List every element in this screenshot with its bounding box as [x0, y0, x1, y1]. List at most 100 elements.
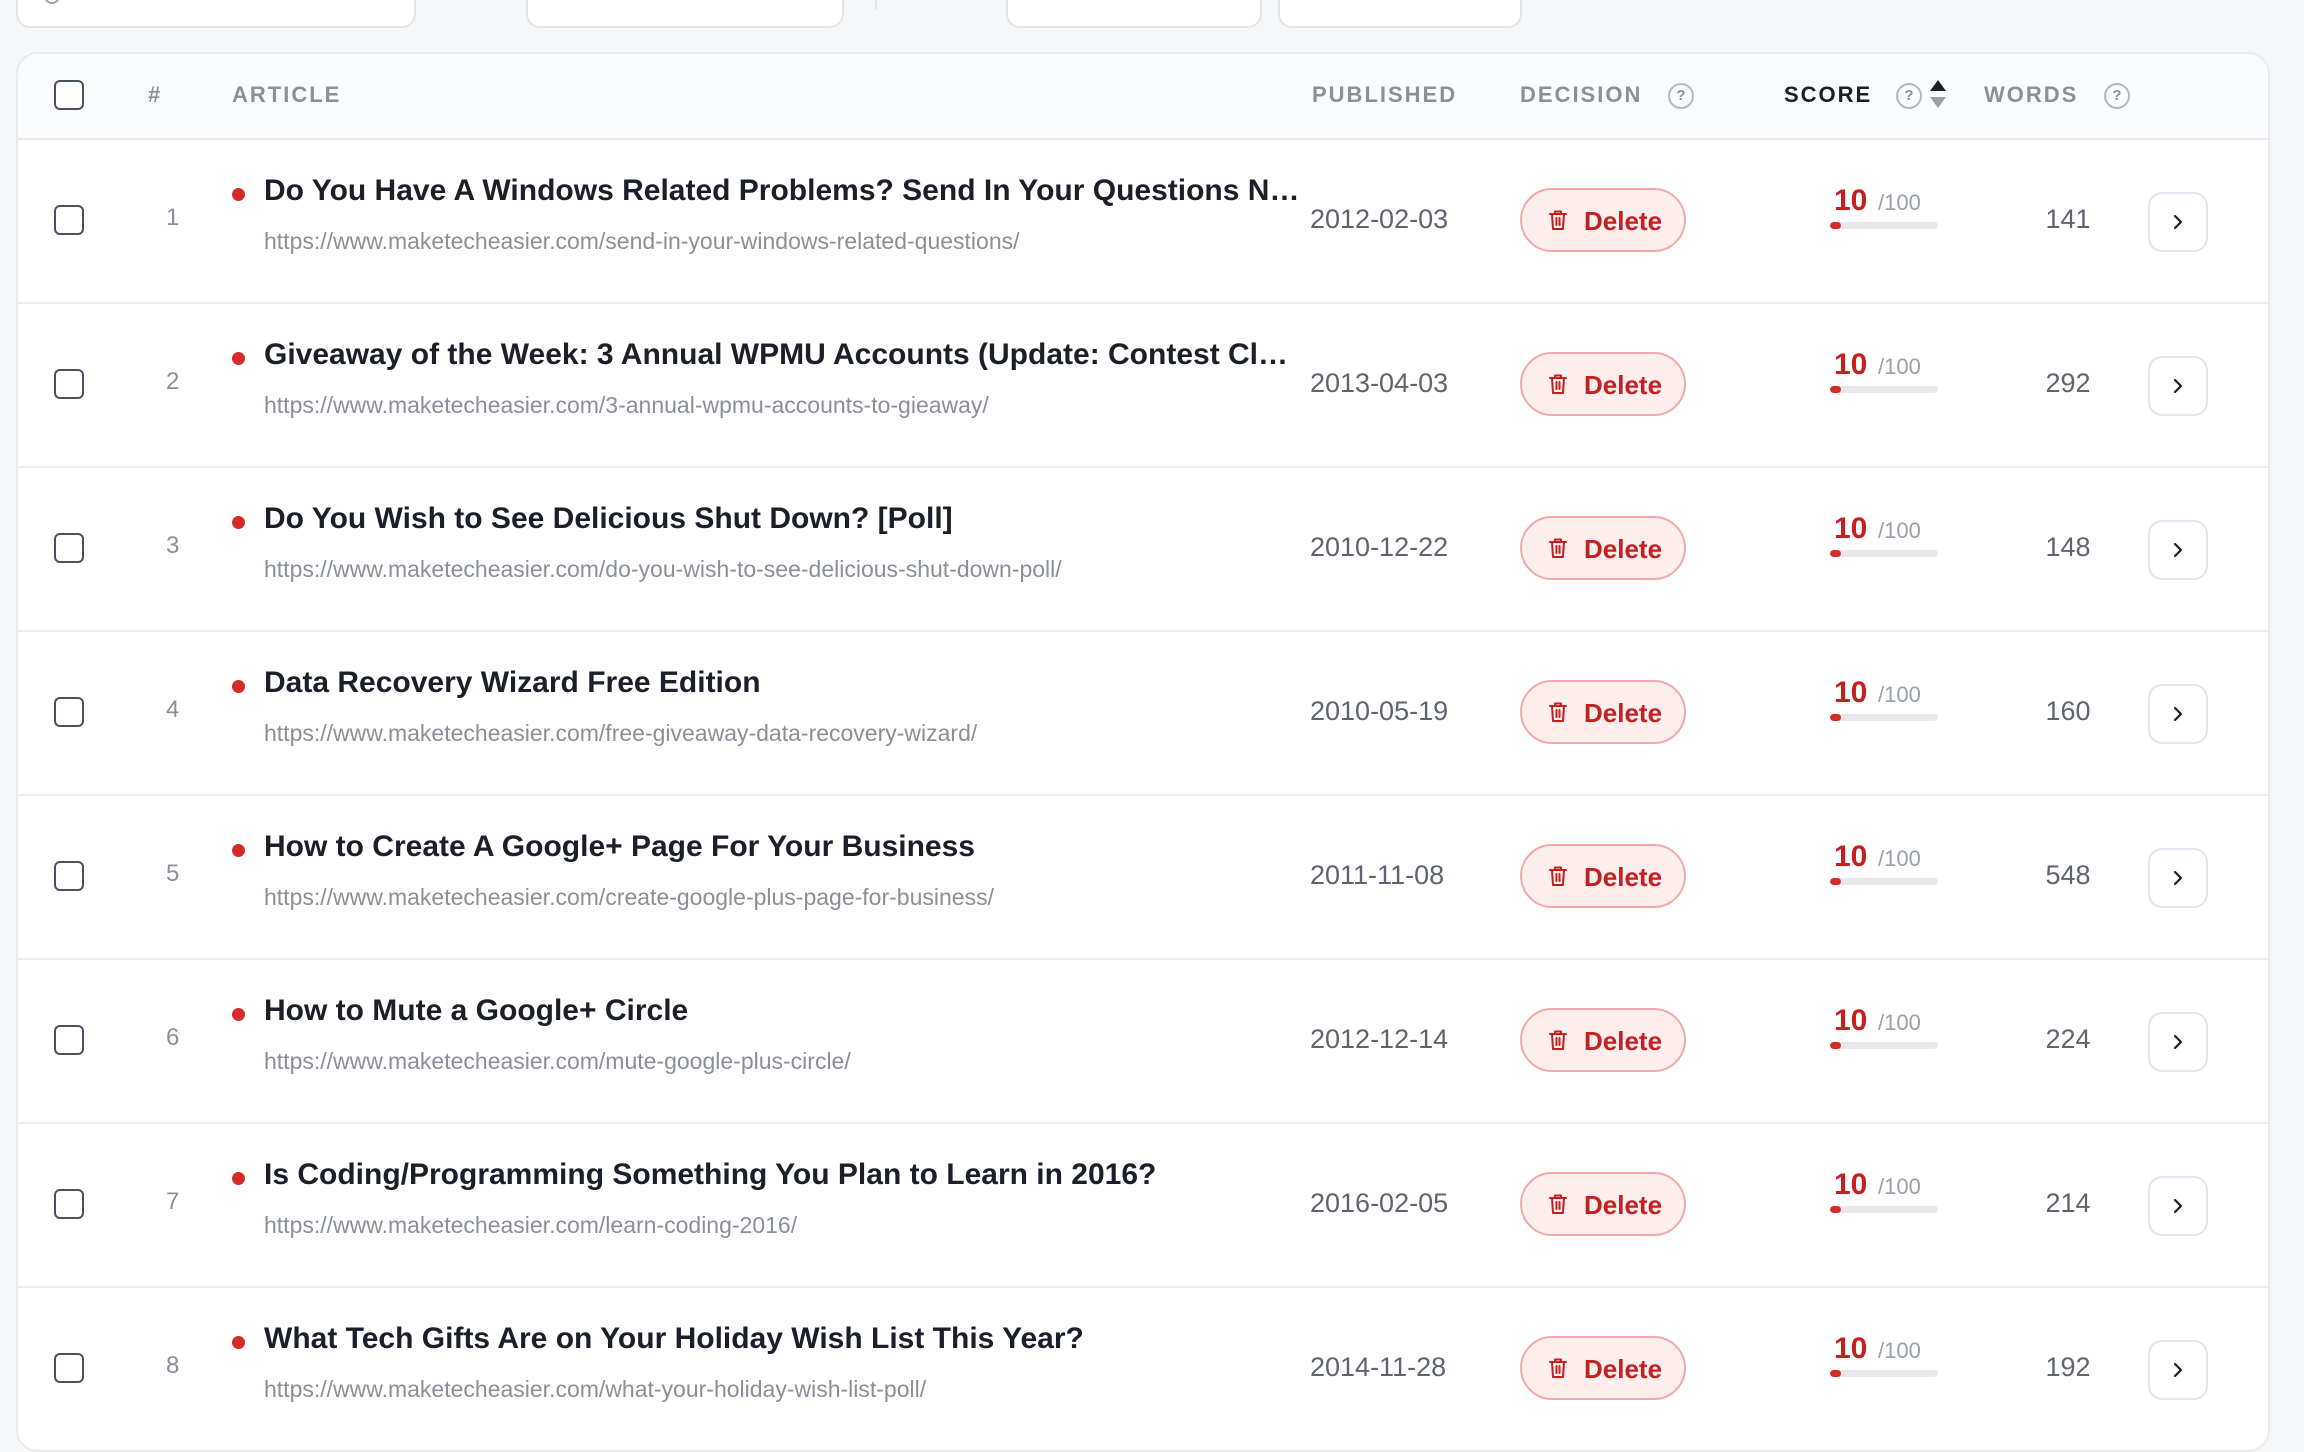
column-score[interactable]: SCORE — [1784, 82, 1872, 108]
column-number: # — [148, 82, 163, 107]
table-row[interactable]: 5 How to Create A Google+ Page For Your … — [18, 796, 2268, 960]
words-help-icon[interactable]: ? — [2104, 83, 2130, 109]
article-url[interactable]: https://www.maketecheasier.com/free-give… — [264, 720, 1304, 747]
table-row[interactable]: 4 Data Recovery Wizard Free Edition http… — [18, 632, 2268, 796]
score-bar-fill — [1830, 1370, 1841, 1377]
article-url[interactable]: https://www.maketecheasier.com/learn-cod… — [264, 1212, 1304, 1239]
sort-descending-icon[interactable] — [1930, 97, 1946, 108]
delete-decision-button[interactable]: Delete — [1520, 188, 1686, 252]
status-dot — [232, 680, 245, 693]
score-bar — [1830, 386, 1938, 393]
open-row-button[interactable] — [2148, 848, 2208, 908]
score-bar — [1830, 878, 1938, 885]
toolbar-divider — [875, 0, 877, 10]
article-url[interactable]: https://www.maketecheasier.com/3-annual-… — [264, 392, 1304, 419]
delete-decision-button[interactable]: Delete — [1520, 1172, 1686, 1236]
open-row-button[interactable] — [2148, 520, 2208, 580]
open-row-button[interactable] — [2148, 356, 2208, 416]
article-title[interactable]: Data Recovery Wizard Free Edition — [264, 666, 1304, 700]
open-row-button[interactable] — [2148, 1012, 2208, 1072]
table-row[interactable]: 8 What Tech Gifts Are on Your Holiday Wi… — [18, 1288, 2268, 1450]
score-value: 10 — [1834, 1004, 1868, 1037]
score-bar-fill — [1830, 222, 1841, 229]
trash-icon — [1549, 210, 1567, 230]
article-url[interactable]: https://www.maketecheasier.com/create-go… — [264, 884, 1304, 911]
delete-decision-button[interactable]: Delete — [1520, 352, 1686, 416]
delete-decision-button[interactable]: Delete — [1520, 1008, 1686, 1072]
column-words[interactable]: WORDS — [1984, 82, 2078, 108]
table-row[interactable]: 6 How to Mute a Google+ Circle https://w… — [18, 960, 2268, 1124]
score-bar-fill — [1830, 1042, 1841, 1049]
article-title[interactable]: Is Coding/Programming Something You Plan… — [264, 1158, 1304, 1192]
filter-button[interactable] — [1006, 0, 1262, 28]
column-decision[interactable]: DECISION — [1520, 82, 1642, 108]
column-published[interactable]: PUBLISHED — [1312, 82, 1457, 108]
score-bar — [1830, 550, 1938, 557]
table-row[interactable]: 3 Do You Wish to See Delicious Shut Down… — [18, 468, 2268, 632]
row-checkbox[interactable] — [54, 1189, 84, 1219]
decision-help-icon[interactable]: ? — [1668, 83, 1694, 109]
status-dot — [232, 844, 245, 857]
open-row-button[interactable] — [2148, 1176, 2208, 1236]
sort-ascending-icon[interactable] — [1930, 80, 1946, 91]
filter-dropdown[interactable] — [526, 0, 844, 28]
trash-icon — [1549, 538, 1567, 558]
article-title[interactable]: How to Create A Google+ Page For Your Bu… — [264, 830, 1304, 864]
article-title[interactable]: Giveaway of the Week: 3 Annual WPMU Acco… — [264, 338, 1304, 372]
word-count: 224 — [2045, 1024, 2091, 1054]
decision-label: Delete — [1584, 698, 1663, 728]
score-value: 10 — [1834, 512, 1868, 545]
decision-label: Delete — [1584, 370, 1663, 400]
published-date: 2011-11-08 — [1310, 860, 1445, 890]
open-row-button[interactable] — [2148, 192, 2208, 252]
article-title[interactable]: How to Mute a Google+ Circle — [264, 994, 1304, 1028]
article-url[interactable]: https://www.maketecheasier.com/what-your… — [264, 1376, 1304, 1403]
score-max: /100 — [1878, 846, 1921, 871]
score-max: /100 — [1878, 190, 1921, 215]
row-checkbox[interactable] — [54, 697, 84, 727]
chevron-right-icon — [2173, 870, 2183, 886]
action-button[interactable] — [1278, 0, 1522, 28]
score-max: /100 — [1878, 354, 1921, 379]
row-checkbox[interactable] — [54, 205, 84, 235]
delete-decision-button[interactable]: Delete — [1520, 680, 1686, 744]
published-date: 2013-04-03 — [1310, 368, 1449, 398]
article-url[interactable]: https://www.maketecheasier.com/mute-goog… — [264, 1048, 1304, 1075]
row-checkbox[interactable] — [54, 861, 84, 891]
column-article[interactable]: ARTICLE — [232, 82, 341, 108]
table-row[interactable]: 7 Is Coding/Programming Something You Pl… — [18, 1124, 2268, 1288]
row-checkbox[interactable] — [54, 533, 84, 563]
score-max: /100 — [1878, 1174, 1921, 1199]
article-url[interactable]: https://www.maketecheasier.com/send-in-y… — [264, 228, 1304, 255]
delete-decision-button[interactable]: Delete — [1520, 516, 1686, 580]
published-date: 2010-05-19 — [1310, 696, 1449, 726]
status-dot — [232, 188, 245, 201]
chevron-right-icon — [2173, 1362, 2183, 1378]
score-meter: 10 /100 — [1826, 1332, 1946, 1392]
open-row-button[interactable] — [2148, 684, 2208, 744]
score-max: /100 — [1878, 682, 1921, 707]
search-input[interactable] — [16, 0, 416, 28]
article-url[interactable]: https://www.maketecheasier.com/do-you-wi… — [264, 556, 1304, 583]
score-max: /100 — [1878, 1010, 1921, 1035]
article-title[interactable]: What Tech Gifts Are on Your Holiday Wish… — [264, 1322, 1304, 1356]
article-title[interactable]: Do You Wish to See Delicious Shut Down? … — [264, 502, 1304, 536]
open-row-button[interactable] — [2148, 1340, 2208, 1400]
word-count: 214 — [2045, 1188, 2091, 1218]
row-number: 8 — [166, 1352, 180, 1379]
select-all-checkbox[interactable] — [54, 80, 84, 110]
table-row[interactable]: 1 Do You Have A Windows Related Problems… — [18, 140, 2268, 304]
article-title[interactable]: Do You Have A Windows Related Problems? … — [264, 174, 1304, 208]
trash-icon — [1549, 702, 1567, 722]
row-checkbox[interactable] — [54, 369, 84, 399]
score-value: 10 — [1834, 1332, 1868, 1365]
row-number: 3 — [166, 532, 180, 559]
row-number: 2 — [166, 368, 180, 395]
score-value: 10 — [1834, 840, 1868, 873]
delete-decision-button[interactable]: Delete — [1520, 1336, 1686, 1400]
delete-decision-button[interactable]: Delete — [1520, 844, 1686, 908]
table-row[interactable]: 2 Giveaway of the Week: 3 Annual WPMU Ac… — [18, 304, 2268, 468]
row-checkbox[interactable] — [54, 1025, 84, 1055]
row-checkbox[interactable] — [54, 1353, 84, 1383]
score-help-icon[interactable]: ? — [1896, 83, 1922, 109]
